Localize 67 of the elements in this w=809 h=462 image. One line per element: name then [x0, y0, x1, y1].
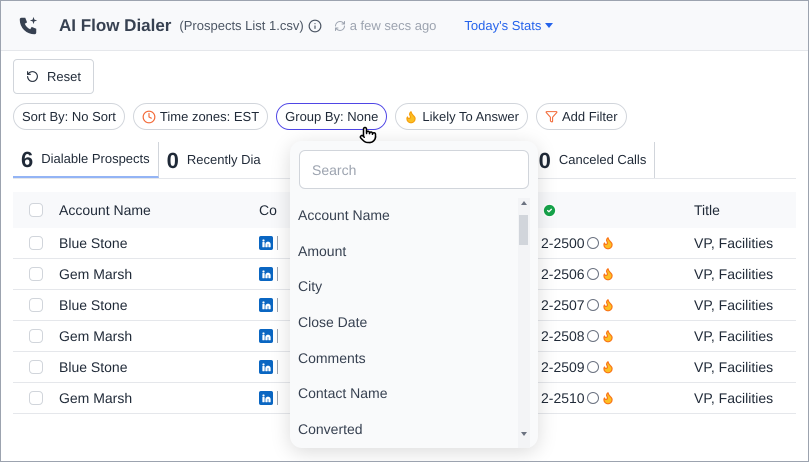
search-field[interactable]: Search — [299, 150, 529, 189]
column-header[interactable]: Title — [694, 200, 720, 220]
phone-sparkle-icon — [17, 14, 39, 36]
filter-chip[interactable]: Time zones: EST — [132, 103, 268, 130]
app-title: AI Flow Dialer — [59, 14, 172, 37]
table-cell-text: VP, Facilities — [694, 264, 774, 284]
table-cell-text: 2-2510 — [541, 388, 585, 408]
table-cell-text: VP, Facilities — [694, 388, 774, 408]
table-cell-text: Blue Stone — [59, 358, 128, 376]
table-cell-text: 2-2507 — [541, 296, 585, 314]
file-name: (Prospects List 1.csv) — [179, 16, 304, 35]
sync-time: a few secs ago — [350, 16, 436, 35]
table-cell-text: VP, Facilities — [694, 296, 774, 314]
table-cell-text: 2-2508 — [541, 326, 585, 346]
linkedin-icon[interactable] — [259, 391, 273, 405]
check-icon — [542, 202, 557, 218]
table-cell-text: 2-2500 — [541, 234, 585, 252]
table-cell-text: VP, Facilities — [694, 358, 774, 376]
table-cell-text: Gem Marsh — [59, 388, 134, 408]
scrollbar[interactable] — [518, 198, 530, 448]
filter-chip[interactable]: Add Filter — [536, 103, 627, 130]
table-cell-text: 2-2509 — [541, 358, 585, 376]
filter-chip[interactable]: Sort By: No Sort — [13, 103, 125, 130]
stats-dropdown[interactable]: Today's Stats — [464, 16, 554, 36]
flame-icon — [600, 236, 615, 250]
filter-icon — [544, 110, 558, 123]
table-cell-text: Blue Stone — [59, 234, 128, 252]
checkbox[interactable] — [29, 360, 43, 374]
menu-item[interactable]: Converted — [290, 411, 518, 448]
flame-icon — [600, 267, 615, 281]
checkbox[interactable] — [29, 298, 43, 312]
table-cell-text: 2-2506 — [541, 264, 585, 284]
linkedin-icon[interactable] — [259, 236, 273, 250]
flame-icon — [404, 110, 418, 124]
linkedin-icon[interactable] — [259, 267, 273, 281]
menu-item[interactable]: Close Date — [290, 304, 518, 341]
info-icon[interactable] — [308, 18, 322, 32]
stats-tab[interactable]: 6 Dialable Prospects — [13, 142, 159, 178]
checkbox[interactable] — [29, 391, 43, 405]
flame-icon — [600, 360, 615, 374]
filter-chip[interactable]: Likely To Answer — [395, 103, 528, 130]
menu-item[interactable]: Amount — [290, 232, 518, 270]
checkbox[interactable] — [29, 329, 43, 343]
clock-icon — [142, 110, 156, 124]
menu-item[interactable]: Contact Name — [290, 376, 518, 412]
table-cell-text: Gem Marsh — [59, 326, 134, 346]
menu-item[interactable]: City — [290, 268, 518, 306]
column-header[interactable]: Account Name — [59, 200, 259, 220]
checkbox[interactable] — [29, 203, 43, 217]
linkedin-icon[interactable] — [259, 298, 273, 312]
checkbox[interactable] — [29, 267, 43, 281]
table-cell-text: Blue Stone — [59, 296, 128, 314]
table-cell-text: VP, Facilities — [694, 326, 774, 346]
filter-chip[interactable]: Group By: None — [276, 103, 388, 130]
flame-icon — [600, 329, 615, 343]
menu-item[interactable]: Comments — [290, 340, 518, 377]
flame-icon — [600, 391, 615, 405]
checkbox[interactable] — [29, 236, 43, 250]
reset-button[interactable]: Reset — [13, 59, 94, 94]
linkedin-icon[interactable] — [259, 360, 273, 374]
reset-icon — [26, 70, 39, 83]
flame-icon — [600, 298, 615, 312]
refresh-icon[interactable] — [334, 20, 346, 32]
table-cell-text: Gem Marsh — [59, 264, 134, 284]
linkedin-icon[interactable] — [259, 329, 273, 343]
menu-item[interactable]: Account Name — [290, 197, 518, 234]
table-cell-text: VP, Facilities — [694, 234, 774, 252]
